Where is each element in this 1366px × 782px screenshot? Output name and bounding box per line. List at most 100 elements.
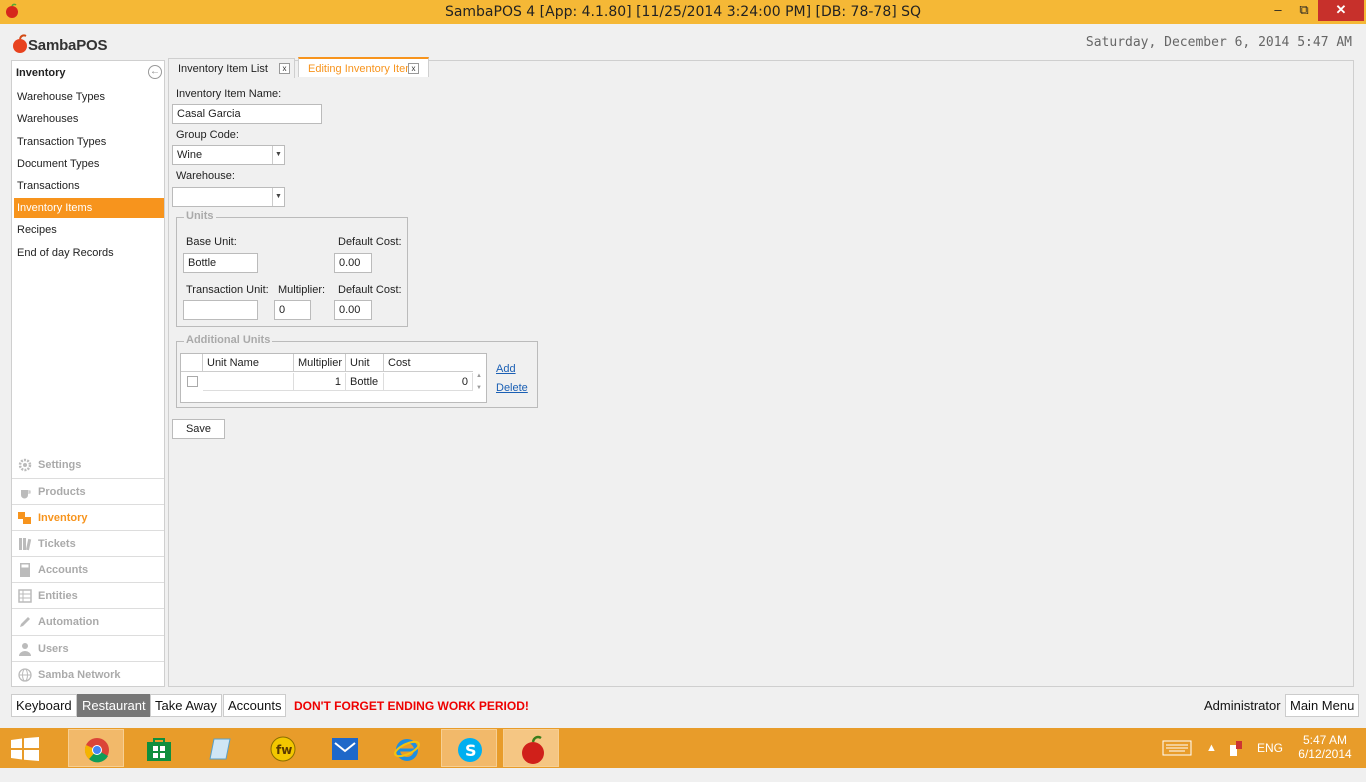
sidebar-item-document-types[interactable]: Document Types <box>14 154 164 174</box>
sidebar-item-inventory-items[interactable]: Inventory Items <box>14 198 164 218</box>
current-user: Administrator <box>1204 698 1281 713</box>
sidebar-title: Inventory <box>16 67 66 79</box>
chevron-down-icon[interactable]: ▼ <box>272 146 284 164</box>
module-label: Settings <box>38 459 82 471</box>
units-title: Units <box>184 210 216 222</box>
show-hidden-icons-icon[interactable]: ▲ <box>1206 742 1217 782</box>
keyboard-tray-icon[interactable] <box>1162 740 1192 780</box>
current-datetime: Saturday, December 6, 2014 5:47 AM <box>1085 35 1352 50</box>
multiplier-label: Multiplier: <box>278 284 326 296</box>
module-label: Entities <box>38 590 78 602</box>
minimize-button[interactable]: – <box>1265 0 1291 21</box>
notepad-taskbar-button[interactable] <box>193 729 249 767</box>
tab-editing-inventory-item[interactable]: Editing Inventory Item x <box>298 57 429 77</box>
sambapos-logo-icon <box>13 34 27 53</box>
module-label: Products <box>38 486 86 498</box>
additional-units-grid[interactable]: Unit Name Multiplier Unit Cost 1 Bottle … <box>180 353 487 403</box>
sidebar: Inventory ← Warehouse Types Warehouses T… <box>11 60 165 687</box>
ftp-taskbar-button[interactable]: fw <box>255 729 311 767</box>
grid-icon <box>18 589 32 603</box>
module-settings[interactable]: Settings <box>12 452 164 478</box>
network-tray-icon[interactable] <box>1228 739 1244 779</box>
module-label: Samba Network <box>38 669 121 681</box>
grid-header-unit[interactable]: Unit <box>346 354 384 372</box>
windows-start-icon[interactable] <box>11 737 39 761</box>
tab-label: Editing Inventory Item <box>308 63 411 75</box>
delete-unit-link[interactable]: Delete <box>496 382 528 394</box>
svg-text:S: S <box>465 741 477 760</box>
default-cost-field[interactable]: 0.00 <box>334 253 372 273</box>
close-tab-icon[interactable]: x <box>279 63 290 74</box>
module-inventory[interactable]: Inventory <box>12 504 164 530</box>
restaurant-button[interactable]: Restaurant <box>77 694 151 717</box>
globe-icon <box>18 668 32 682</box>
inventory-item-name-field[interactable]: Casal Garcia <box>172 104 322 124</box>
inventory-item-name-label: Inventory Item Name: <box>176 88 282 100</box>
module-tickets[interactable]: Tickets <box>12 530 164 556</box>
pencil-icon <box>20 617 30 627</box>
multiplier-field[interactable]: 0 <box>274 300 311 320</box>
calculator-icon <box>20 563 30 577</box>
transaction-default-cost-field[interactable]: 0.00 <box>334 300 372 320</box>
module-users[interactable]: Users <box>12 635 164 661</box>
add-unit-link[interactable]: Add <box>496 363 516 375</box>
store-taskbar-button[interactable] <box>131 729 187 767</box>
chrome-taskbar-button[interactable] <box>68 729 124 767</box>
keyboard-button[interactable]: Keyboard <box>11 694 77 717</box>
maximize-button[interactable]: ⧉ <box>1291 0 1317 21</box>
user-icon <box>19 643 31 656</box>
skype-icon: S <box>458 738 482 762</box>
tab-inventory-item-list[interactable]: Inventory Item List x <box>168 58 295 78</box>
sidebar-item-end-of-day-records[interactable]: End of day Records <box>14 243 164 263</box>
grid-header-multiplier[interactable]: Multiplier <box>294 354 346 372</box>
grid-scrollbar[interactable]: ▲ ▼ <box>472 373 486 403</box>
module-samba-network[interactable]: Samba Network <box>12 661 164 687</box>
tray-time: 5:47 AM <box>1302 733 1348 747</box>
internet-explorer-icon <box>394 739 420 761</box>
sidebar-item-transactions[interactable]: Transactions <box>14 176 164 196</box>
group-code-label: Group Code: <box>176 129 239 141</box>
sidebar-item-warehouses[interactable]: Warehouses <box>14 109 164 129</box>
windows-taskbar: fw S ▲ ENG 5:47 AM 6/12/2014 <box>0 728 1366 768</box>
row-checkbox[interactable] <box>187 376 198 387</box>
inventory-icon <box>18 512 31 524</box>
group-code-select[interactable]: Wine ▼ <box>172 145 285 165</box>
module-label: Inventory <box>38 512 88 524</box>
tray-clock[interactable]: 5:47 AM 6/12/2014 <box>1297 733 1353 773</box>
cup-icon <box>21 490 31 499</box>
module-label: Tickets <box>38 538 76 550</box>
sambapos-apple-icon <box>522 735 544 764</box>
save-button[interactable]: Save <box>172 419 225 439</box>
grid-cell-multiplier[interactable]: 1 <box>294 373 346 391</box>
close-button[interactable]: ✕ <box>1318 0 1364 21</box>
chevron-down-icon[interactable]: ▼ <box>272 188 284 206</box>
internet-explorer-taskbar-button[interactable] <box>379 729 435 767</box>
module-accounts[interactable]: Accounts <box>12 556 164 582</box>
sidebar-item-transaction-types[interactable]: Transaction Types <box>14 132 164 152</box>
base-unit-field[interactable]: Bottle <box>183 253 258 273</box>
title-bar: SambaPOS 4 [App: 4.1.80] [11/25/2014 3:2… <box>0 0 1366 24</box>
sambapos-taskbar-button[interactable] <box>503 729 559 767</box>
grid-cell-cost[interactable]: 0 <box>384 373 473 391</box>
take-away-button[interactable]: Take Away <box>150 694 222 717</box>
skype-taskbar-button[interactable]: S <box>441 729 497 767</box>
sidebar-item-warehouse-types[interactable]: Warehouse Types <box>14 87 164 107</box>
filezilla-icon: fw <box>270 736 296 762</box>
chrome-icon <box>84 738 109 763</box>
main-menu-button[interactable]: Main Menu <box>1285 694 1360 717</box>
grid-cell-unit-name[interactable] <box>203 373 294 391</box>
module-products[interactable]: Products <box>12 478 164 504</box>
accounts-button[interactable]: Accounts <box>223 694 287 717</box>
warehouse-select[interactable]: ▼ <box>172 187 285 207</box>
mail-taskbar-button[interactable] <box>317 729 373 767</box>
close-tab-icon[interactable]: x <box>408 63 419 74</box>
sidebar-item-recipes[interactable]: Recipes <box>14 220 164 240</box>
grid-cell-unit[interactable]: Bottle <box>346 373 384 391</box>
transaction-unit-field[interactable] <box>183 300 258 320</box>
language-indicator[interactable]: ENG <box>1257 741 1283 781</box>
module-automation[interactable]: Automation <box>12 608 164 634</box>
grid-header-cost[interactable]: Cost <box>384 354 473 372</box>
module-entities[interactable]: Entities <box>12 582 164 608</box>
grid-header-unit-name[interactable]: Unit Name <box>203 354 294 372</box>
back-arrow-icon[interactable]: ← <box>148 65 162 79</box>
